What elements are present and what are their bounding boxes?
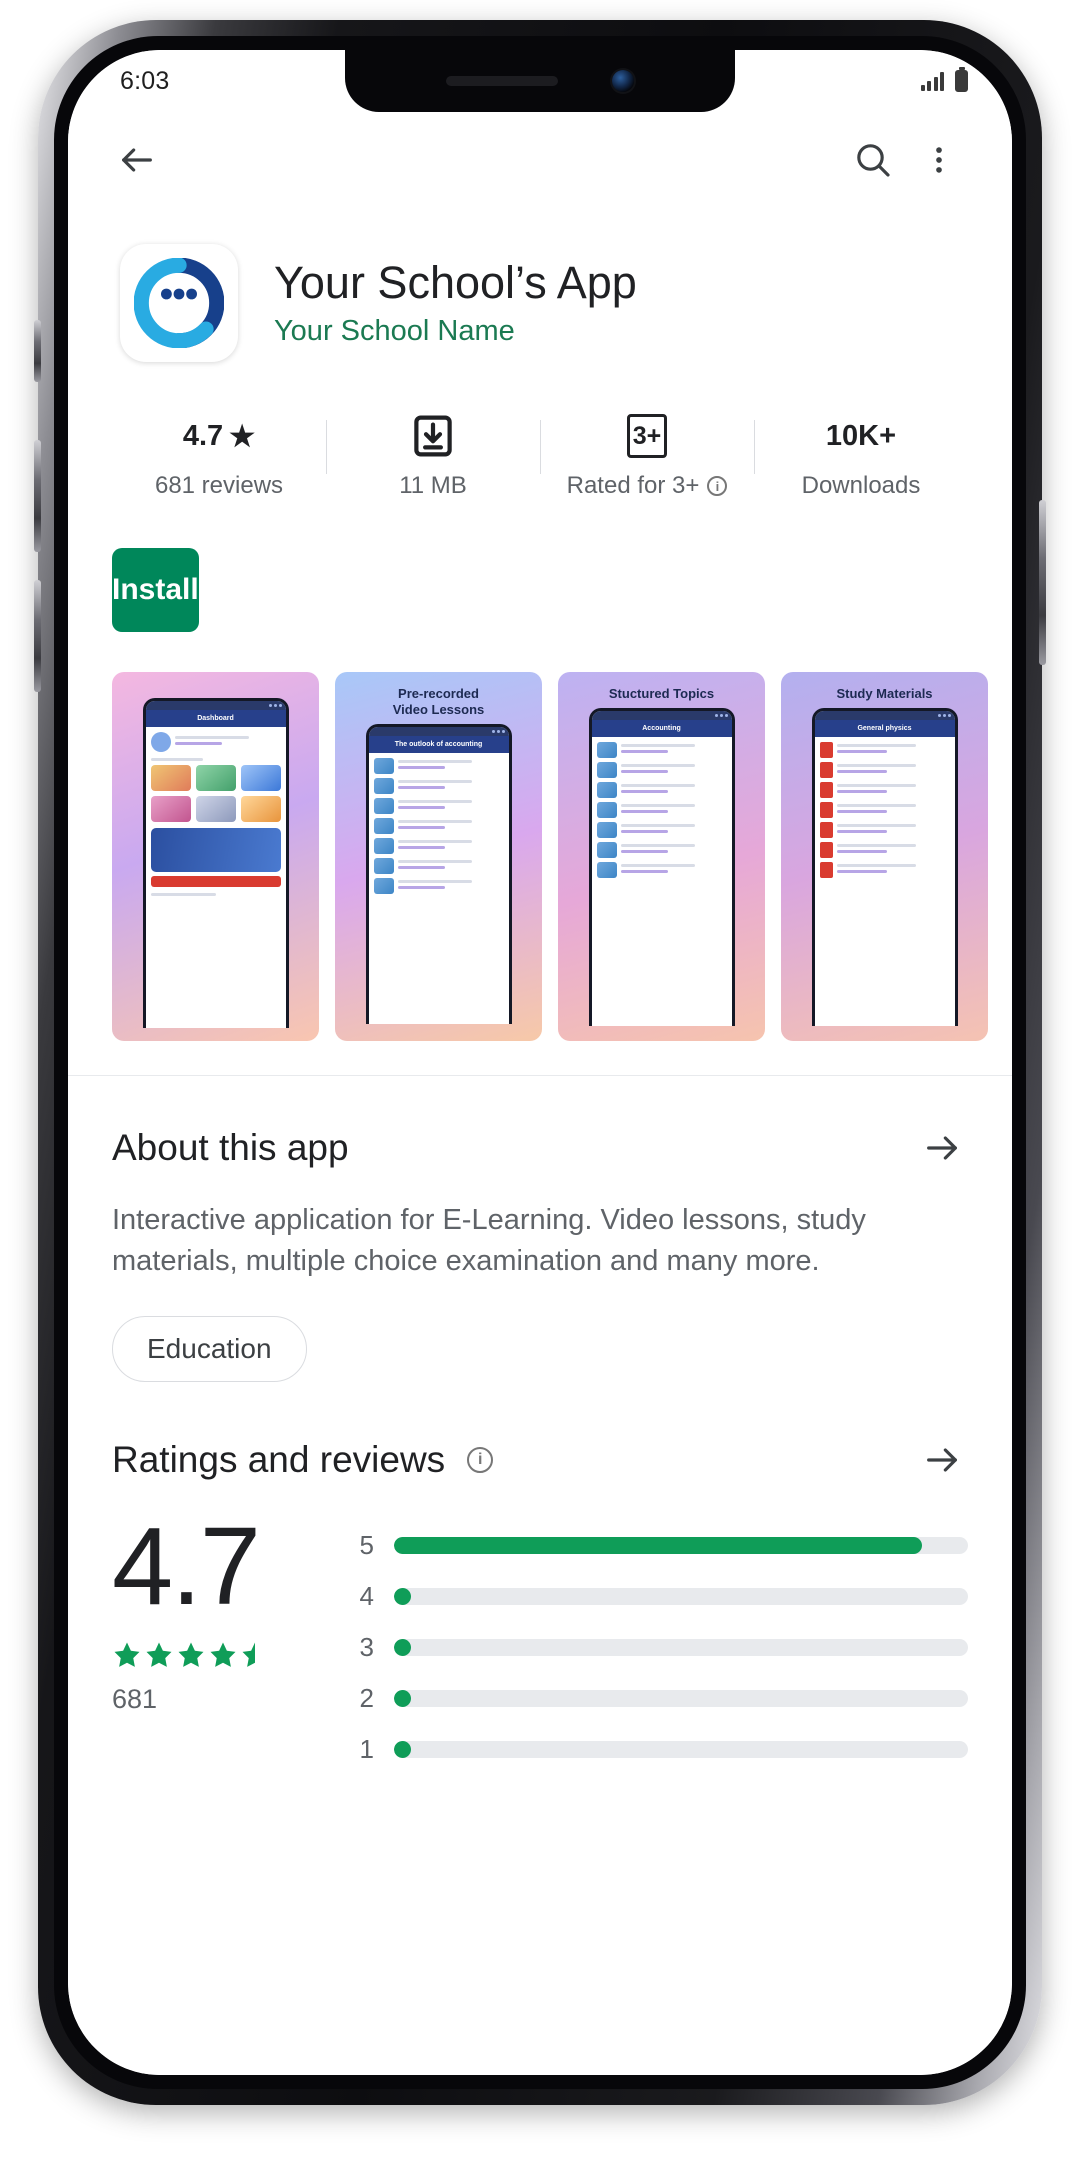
arrow-right-icon[interactable]	[916, 1122, 968, 1174]
mute-switch-button[interactable]	[34, 320, 41, 382]
rating-bar-label: 4	[359, 1581, 374, 1612]
rating-bar-row: 2	[352, 1683, 968, 1714]
arrow-right-icon[interactable]	[916, 1434, 968, 1486]
rating-bar-row: 5	[352, 1530, 968, 1561]
volume-down-button[interactable]	[34, 580, 41, 692]
rating-bar-track	[394, 1690, 968, 1708]
star-icon	[178, 1642, 204, 1668]
stat-content-rating-text: Rated for 3+	[566, 472, 700, 499]
rating-bar-label: 5	[359, 1530, 374, 1561]
rating-bar-row: 1	[352, 1734, 968, 1765]
page-title: Your School’s App	[274, 256, 637, 308]
rating-score: 4.7	[112, 1505, 261, 1629]
star-icon: ★	[229, 420, 256, 453]
stat-content-rating[interactable]: 3+ Rated for 3+ i	[540, 414, 754, 500]
status-icons	[920, 70, 968, 92]
rating-bar-fill	[394, 1741, 411, 1759]
rating-bar-fill	[394, 1690, 411, 1708]
stat-downloads: 10K+ Downloads	[754, 414, 968, 500]
ratings-header[interactable]: Ratings and reviews i	[112, 1434, 968, 1486]
rating-summary: 4.7 681	[112, 1512, 308, 1715]
rating-count: 681	[112, 1684, 158, 1715]
volume-up-button[interactable]	[34, 440, 41, 552]
earpiece-speaker	[446, 76, 558, 86]
screenshot-video-lessons[interactable]: Pre-recorded Video Lessons The outlook o…	[335, 672, 542, 1041]
rating-bar-fill	[394, 1537, 923, 1555]
app-header: Your School’s App Your School Name	[68, 208, 1012, 362]
screenshot-phone-mock: The outlook of accounting	[365, 724, 512, 1024]
app-description: Interactive application for E-Learning. …	[112, 1204, 866, 1278]
star-icon	[146, 1642, 172, 1668]
screenshot-phone-mock: General physics	[811, 708, 958, 1026]
battery-icon	[955, 70, 968, 92]
rating-bar-track	[394, 1741, 968, 1759]
phone-frame: 6:03 Your School’s App Your School Name …	[34, 20, 1046, 2105]
screenshot-phone-mock: Dashboard	[142, 698, 289, 1028]
rating-distribution-chart: 5 4 3 2 1	[352, 1512, 968, 1765]
app-logo-icon	[120, 244, 238, 362]
about-header[interactable]: About this app	[112, 1122, 968, 1174]
screenshot-caption: Study Materials	[836, 686, 933, 701]
front-camera-icon	[612, 70, 634, 92]
info-icon[interactable]: i	[467, 1447, 494, 1474]
ratings-title-row: Ratings and reviews i	[112, 1439, 494, 1481]
stat-content-rating-badge: 3+	[627, 414, 667, 458]
screenshot-carousel[interactable]: Dashboard Pre-recorded Video Lessons The…	[112, 672, 1012, 1041]
rating-bar-track	[394, 1588, 968, 1606]
rating-bar-label: 3	[359, 1632, 374, 1663]
stat-downloads-label: Downloads	[801, 472, 921, 499]
rating-bar-label: 2	[359, 1683, 374, 1714]
screenshot-study-materials[interactable]: Study Materials General physics	[781, 672, 988, 1041]
category-chip[interactable]: Education	[112, 1316, 307, 1383]
search-icon[interactable]	[840, 127, 906, 193]
status-time: 6:03	[120, 66, 170, 95]
phone-screen: 6:03 Your School’s App Your School Name …	[68, 50, 1012, 2075]
phone-bezel: 6:03 Your School’s App Your School Name …	[54, 36, 1026, 2089]
screenshot-structured-topics[interactable]: Stuctured Topics Accounting	[558, 672, 765, 1041]
stat-rating-label: 681 reviews	[154, 472, 284, 499]
stat-downloads-value: 10K+	[825, 419, 897, 452]
ratings-title: Ratings and reviews	[112, 1439, 446, 1481]
app-stats-row: 4.7 ★ 681 reviews 11 MB 3+ Rated for 3+ …	[112, 414, 968, 500]
app-developer-link[interactable]: Your School Name	[274, 315, 637, 348]
rating-bar-fill	[394, 1588, 411, 1606]
cellular-signal-icon	[920, 71, 944, 91]
play-store-app-detail-page: Your School’s App Your School Name 4.7 ★…	[68, 112, 1012, 2075]
stat-rating[interactable]: 4.7 ★ 681 reviews	[112, 414, 326, 500]
stat-rating-value: 4.7	[182, 419, 224, 452]
ratings-and-reviews-section: Ratings and reviews i 4.7 681 5 4 3 2 1	[68, 1382, 1012, 1765]
rating-stars	[112, 1640, 270, 1670]
stat-size: 11 MB	[326, 414, 540, 500]
about-title: About this app	[112, 1127, 349, 1168]
phone-notch	[345, 50, 735, 112]
stat-size-label: 11 MB	[399, 472, 467, 499]
power-button[interactable]	[1039, 500, 1046, 665]
stat-rating-value-row: 4.7 ★	[183, 414, 255, 458]
star-icon	[114, 1642, 140, 1668]
screenshot-phone-mock: Accounting	[588, 708, 735, 1026]
screenshot-caption: Stuctured Topics	[608, 686, 715, 701]
rating-bar-track	[394, 1537, 968, 1555]
download-box-icon	[412, 414, 454, 458]
rating-bar-track	[394, 1639, 968, 1657]
rating-bar-row: 4	[352, 1581, 968, 1612]
ratings-body: 4.7 681 5 4 3 2 1	[112, 1512, 968, 1765]
half-star-icon	[242, 1642, 255, 1668]
stat-content-rating-label: Rated for 3+ i	[567, 472, 728, 500]
screenshot-caption: Pre-recorded Video Lessons	[392, 686, 485, 718]
rating-bar-fill	[394, 1639, 411, 1657]
star-icon	[210, 1642, 236, 1668]
action-bar	[68, 112, 1012, 208]
back-arrow-icon[interactable]	[104, 127, 170, 193]
screenshot-dashboard[interactable]: Dashboard	[112, 672, 319, 1041]
install-button[interactable]: Install	[112, 548, 199, 632]
rating-bar-row: 3	[352, 1632, 968, 1663]
more-vertical-icon[interactable]	[906, 127, 972, 193]
app-title-block: Your School’s App Your School Name	[274, 256, 637, 348]
about-this-app-section: About this app Interactive application f…	[68, 1076, 1012, 1383]
info-icon[interactable]: i	[707, 476, 728, 496]
rating-bar-label: 1	[359, 1734, 374, 1765]
content-rating-icon: 3+	[627, 414, 667, 458]
